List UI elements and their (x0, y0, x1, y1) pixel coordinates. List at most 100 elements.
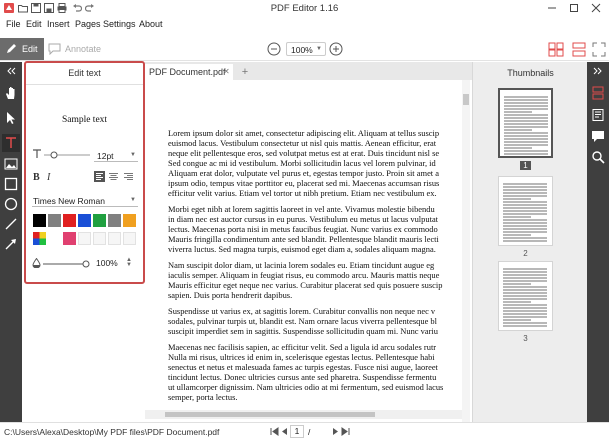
color-swatch[interactable] (108, 214, 121, 227)
text-line: ut ullamcorper dignissim. Nam ultricies … (168, 382, 444, 392)
font-size-select[interactable]: 12pt ▼ (94, 149, 138, 162)
color-swatch[interactable] (48, 214, 61, 227)
color-swatch[interactable] (78, 214, 91, 227)
align-right-icon[interactable] (123, 171, 134, 182)
font-family-select[interactable]: Times New Roman ▼ (32, 194, 138, 207)
menu-about[interactable]: About (139, 19, 163, 29)
page-content[interactable]: Lorem ipsum dolor sit amet, consectetur … (168, 128, 464, 408)
thumbnail-text-line (503, 219, 547, 221)
thumbnail-text-line (504, 126, 548, 128)
comment-icon (48, 43, 61, 55)
text-line: senectus et netus et malesuada fames ac … (168, 362, 438, 372)
opacity-stepper[interactable]: 100% ▲ ▼ (96, 257, 132, 270)
align-left-icon[interactable] (94, 171, 105, 182)
thumbnail-text-line (503, 207, 547, 209)
chevron-down-icon: ▼ (130, 197, 136, 203)
tab-pdf-document[interactable]: PDF Document.pdf ✕ (145, 64, 233, 80)
collapse-right-icon[interactable] (591, 67, 605, 75)
text-line: tincidunt lectus. Donec ultricies cursus… (168, 372, 437, 382)
color-picker-icon[interactable] (33, 232, 46, 245)
close-tab-icon[interactable]: ✕ (223, 67, 230, 76)
minimize-icon[interactable] (541, 1, 563, 15)
thumbnail-text-line (504, 111, 532, 113)
next-page-icon[interactable] (332, 427, 339, 436)
svg-text:I: I (46, 172, 51, 182)
thumbnail-text-line (504, 138, 548, 140)
thumbnail-text-line (503, 319, 531, 321)
sample-text-preview: Sample text (61, 115, 108, 125)
thumbnails-view-icon[interactable] (591, 86, 605, 100)
paragraph: Nam suscipit dolor diam, ut lacinia lore… (168, 260, 464, 300)
edit-mode-button[interactable]: Edit (0, 38, 44, 60)
scroll-thumb[interactable] (165, 412, 375, 417)
font-size-slider[interactable] (44, 151, 90, 159)
line-tool-icon[interactable] (4, 217, 18, 231)
bold-icon[interactable]: B (32, 171, 42, 182)
image-tool-icon[interactable] (4, 157, 18, 171)
thumbnail-text-line (503, 268, 547, 270)
align-center-icon[interactable] (108, 171, 119, 182)
fullscreen-icon[interactable] (592, 42, 606, 57)
paragraph: Morbi eget nibh at lorem sagittis laoree… (168, 204, 464, 254)
opacity-slider[interactable] (43, 260, 91, 268)
last-page-icon[interactable] (341, 427, 350, 436)
collapse-left-icon[interactable] (4, 67, 18, 75)
ellipse-tool-icon[interactable] (4, 197, 18, 211)
page-thumbnail[interactable] (498, 88, 553, 158)
hand-tool-icon[interactable] (4, 86, 18, 100)
zoom-in-icon[interactable] (329, 42, 343, 56)
paragraph: Maecenas nec facilisis sapien, ac effici… (168, 342, 464, 402)
close-icon[interactable] (585, 1, 607, 15)
page-thumbnail[interactable] (498, 261, 553, 331)
bookmarks-icon[interactable] (591, 108, 605, 122)
menu-settings[interactable]: Settings (103, 19, 136, 29)
zoom-out-icon[interactable] (267, 42, 281, 56)
page-thumbnail[interactable] (498, 176, 553, 246)
thumbnail-text-line (503, 271, 547, 273)
select-tool-icon[interactable] (4, 111, 18, 125)
thumbnail-text-line (503, 216, 531, 218)
text-line: Morbi eget nibh at lorem sagittis laoree… (168, 204, 435, 214)
add-tab-icon[interactable]: + (239, 66, 251, 78)
menu-insert[interactable]: Insert (47, 19, 70, 29)
text-line: Sed congue ac mi id vestibulum. Morbi so… (168, 158, 436, 168)
total-pages: / 10 (308, 427, 317, 439)
text-line: euismod lacus. Vestibulum consectetur ut… (168, 138, 437, 148)
text-line: Nulla mi risus, ultrices id enim in, sce… (168, 352, 435, 362)
thumbnail-text-line (503, 304, 547, 306)
color-swatch[interactable] (63, 232, 76, 245)
annotate-mode-button[interactable]: Annotate (46, 38, 110, 60)
menu-pages[interactable]: Pages (75, 19, 101, 29)
thumbnail-text-line (503, 316, 547, 318)
fit-width-icon[interactable] (548, 42, 564, 57)
zoom-select[interactable]: 100% ▼ (286, 42, 326, 56)
opacity-drop-icon (32, 258, 41, 268)
current-page-input[interactable]: 1 (290, 425, 304, 438)
menu-file[interactable]: File (6, 19, 21, 29)
horizontal-scrollbar[interactable] (145, 410, 462, 419)
arrow-tool-icon[interactable] (4, 237, 18, 251)
text-tool-icon[interactable] (2, 134, 20, 152)
text-line: lectus. Maecenas porta nisi in metus fau… (168, 224, 438, 234)
menu-edit[interactable]: Edit (26, 19, 42, 29)
color-swatch[interactable] (63, 214, 76, 227)
rectangle-tool-icon[interactable] (4, 177, 18, 191)
comments-icon[interactable] (591, 129, 605, 143)
thumbnail-text-line (504, 132, 548, 134)
italic-icon[interactable]: I (45, 171, 55, 182)
title-bar: PDF Editor 1.16 (0, 0, 609, 17)
scroll-thumb[interactable] (463, 94, 469, 105)
first-page-icon[interactable] (270, 427, 279, 436)
color-swatch[interactable] (123, 214, 136, 227)
two-page-view-icon[interactable] (572, 42, 586, 57)
font-size-value: 12pt (97, 151, 114, 161)
color-swatch[interactable] (93, 214, 106, 227)
previous-page-icon[interactable] (281, 427, 288, 436)
thumbnail-text-line (504, 123, 548, 125)
file-path: C:\Users\Alexa\Desktop\My PDF files\PDF … (4, 427, 220, 437)
color-swatch[interactable] (33, 214, 46, 227)
text-line: iaculis semper. Aliquam in feugiat risus… (168, 270, 440, 280)
vertical-scrollbar[interactable] (462, 80, 470, 422)
search-icon[interactable] (591, 150, 605, 164)
maximize-icon[interactable] (563, 1, 585, 15)
